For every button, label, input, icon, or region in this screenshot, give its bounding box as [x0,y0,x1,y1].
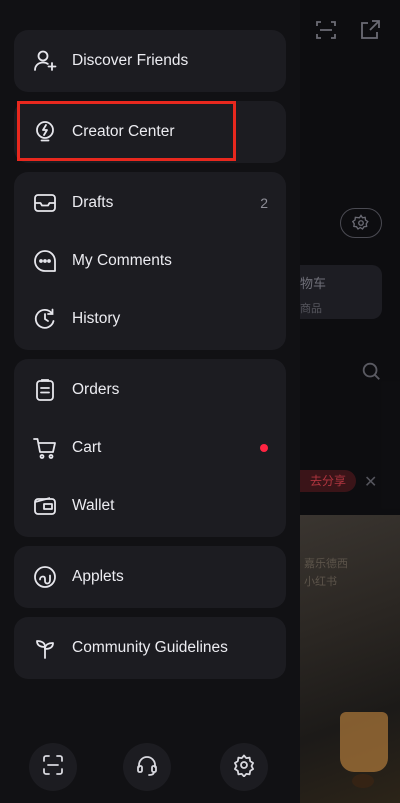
comment-bubble-icon [32,248,58,274]
background-search-icon [360,360,382,382]
history-clock-icon [32,306,58,332]
menu-item-label: My Comments [72,252,172,269]
menu-item-history[interactable]: History [14,290,286,348]
wallet-icon [32,493,58,519]
background-cart-card: 物车 商品 [300,265,382,319]
menu-item-applets[interactable]: Applets [14,546,286,608]
menu-item-label: Orders [72,381,120,398]
commerce-menu-card: Orders Cart Wallet [14,359,286,537]
menu-item-label: Creator Center [72,123,175,140]
community-guidelines-card: Community Guidelines [14,617,286,679]
settings-icon [232,753,256,782]
background-scan-icon [314,18,338,42]
creator-center-card: Creator Center [14,101,286,163]
menu-item-label: Applets [72,568,124,585]
menu-item-drafts[interactable]: Drafts 2 [14,174,286,232]
side-drawer: Discover Friends Creator Center Drafts 2… [0,0,300,803]
menu-item-orders[interactable]: Orders [14,361,286,419]
customer-service-button[interactable] [123,743,171,791]
background-card-title: 物车 [300,276,327,291]
background-card-subtitle: 商品 [300,303,322,315]
menu-item-label: Community Guidelines [72,639,228,656]
menu-item-label: Wallet [72,497,115,514]
inbox-icon [32,190,58,216]
menu-item-creator-center[interactable]: Creator Center [14,101,286,163]
scan-button[interactable] [29,743,77,791]
applets-card: Applets [14,546,286,608]
clipboard-list-icon [32,377,58,403]
menu-item-cart[interactable]: Cart [14,419,286,477]
background-settings-icon [340,208,382,238]
content-menu-card: Drafts 2 My Comments History [14,172,286,350]
scan-icon [41,753,65,782]
background-coffee-cup [340,712,388,772]
sprout-icon [32,635,58,661]
menu-item-discover-friends[interactable]: Discover Friends [14,30,286,92]
applets-link-icon [32,564,58,590]
menu-item-community-guidelines[interactable]: Community Guidelines [14,617,286,679]
shopping-cart-icon [32,435,58,461]
add-user-icon [32,48,58,74]
cart-notification-dot [260,444,268,452]
menu-item-label: Cart [72,439,102,456]
background-close-icon: ✕ [364,474,378,491]
settings-button[interactable] [220,743,268,791]
menu-item-my-comments[interactable]: My Comments [14,232,286,290]
background-photo-text: 小红书 [304,576,337,588]
background-photo-text: 嘉乐德西 [304,558,348,570]
discover-friends-card: Discover Friends [14,30,286,92]
menu-item-wallet[interactable]: Wallet [14,477,286,535]
menu-item-label: Discover Friends [72,52,189,69]
background-coffee-beans [352,774,374,788]
background-share-button: 去分享 [300,470,356,492]
menu-item-label: History [72,310,121,327]
drafts-count-badge: 2 [260,195,268,211]
menu-item-label: Drafts [72,194,114,211]
customer-service-icon [135,753,159,782]
background-share-icon [358,18,382,42]
lightbulb-bolt-icon [32,119,58,145]
